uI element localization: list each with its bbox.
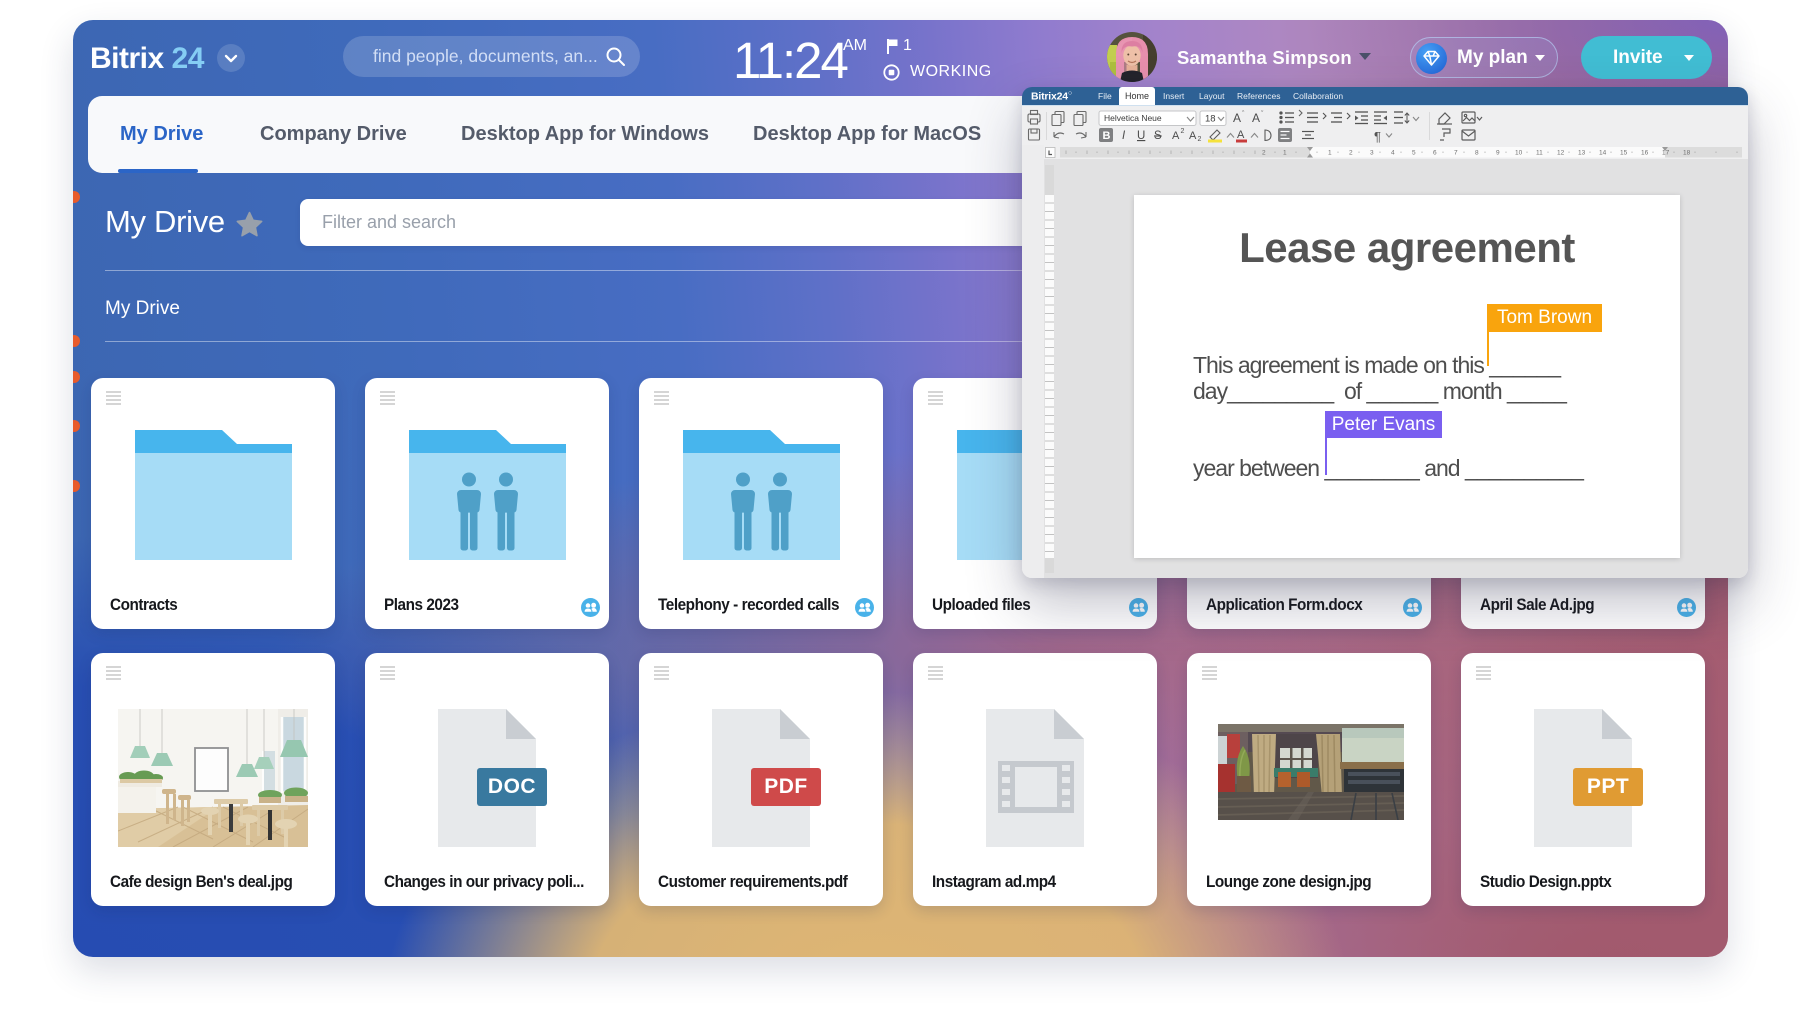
svg-text:18: 18 — [1205, 114, 1216, 125]
svg-text:2: 2 — [1198, 136, 1202, 143]
svg-text:14: 14 — [1599, 150, 1607, 157]
svg-text:1: 1 — [1283, 150, 1287, 157]
svg-text:7: 7 — [1454, 150, 1458, 157]
svg-text:ˇ: ˇ — [1261, 111, 1264, 118]
svg-text:B: B — [1103, 130, 1111, 142]
svg-text:17: 17 — [1662, 150, 1670, 157]
svg-text:16: 16 — [1641, 150, 1649, 157]
svg-text:ˆ: ˆ — [1242, 111, 1245, 118]
svg-text:1: 1 — [1328, 150, 1332, 157]
svg-text:11: 11 — [1536, 150, 1543, 157]
svg-text:S: S — [1154, 130, 1162, 142]
svg-text:¶: ¶ — [1374, 129, 1381, 144]
svg-text:2: 2 — [1181, 128, 1185, 135]
svg-text:8: 8 — [1475, 150, 1479, 157]
svg-text:12: 12 — [1557, 150, 1565, 157]
svg-text:13: 13 — [1578, 150, 1586, 157]
svg-text:A: A — [1172, 130, 1180, 142]
svg-text:3: 3 — [1370, 150, 1374, 157]
svg-text:U: U — [1137, 130, 1145, 142]
svg-text:A: A — [1237, 129, 1245, 141]
svg-text:A: A — [1252, 111, 1260, 125]
svg-text:4: 4 — [1391, 150, 1395, 157]
svg-text:6: 6 — [1433, 150, 1437, 157]
svg-text:I: I — [1122, 130, 1126, 142]
svg-text:5: 5 — [1412, 150, 1416, 157]
svg-text:A: A — [1233, 111, 1241, 125]
svg-text:9: 9 — [1496, 150, 1500, 157]
svg-text:10: 10 — [1515, 150, 1523, 157]
svg-text:A: A — [1189, 130, 1197, 142]
svg-text:2: 2 — [1262, 150, 1266, 157]
svg-text:18: 18 — [1683, 150, 1691, 157]
svg-text:2: 2 — [1349, 150, 1353, 157]
svg-text:Helvetica Neue: Helvetica Neue — [1104, 113, 1162, 123]
svg-text:15: 15 — [1620, 150, 1628, 157]
